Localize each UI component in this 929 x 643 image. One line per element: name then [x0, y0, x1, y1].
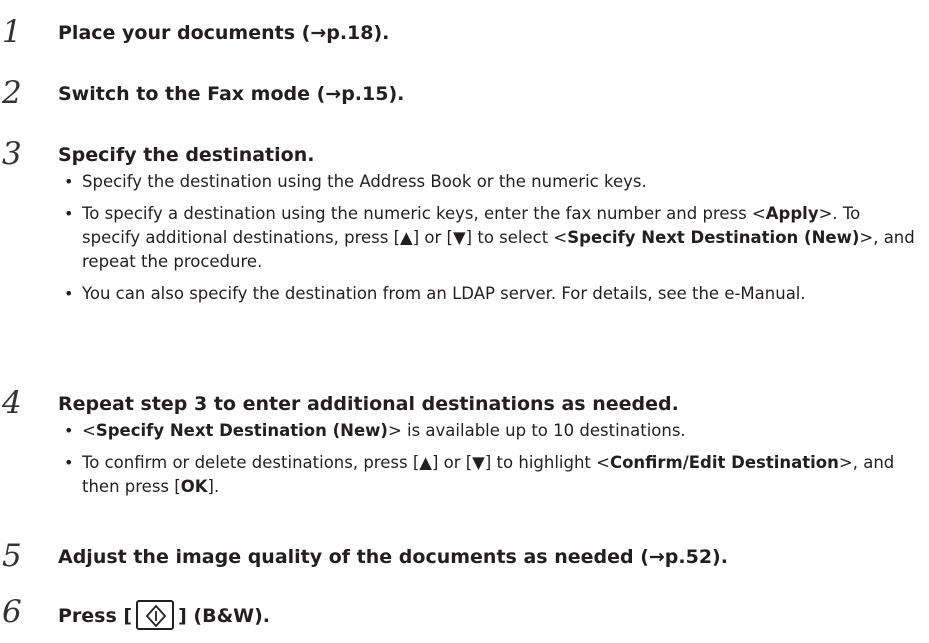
bullet-icon: •	[64, 421, 74, 440]
step-heading: Repeat step 3 to enter additional destin…	[58, 393, 679, 415]
ok-key-label: OK	[180, 477, 208, 496]
confirm-edit-destination-label: Confirm/Edit Destination	[609, 453, 839, 472]
list-item: • To specify a destination using the num…	[64, 204, 915, 271]
step-4-bullets: • <Specify Next Destination (New)> is av…	[62, 419, 922, 507]
bullet-icon: •	[64, 453, 74, 472]
step-3-bullets: • Specify the destination using the Addr…	[62, 170, 922, 314]
step-heading: Adjust the image quality of the document…	[58, 546, 728, 568]
bullet-icon: •	[64, 172, 74, 191]
list-item: • Specify the destination using the Addr…	[62, 170, 922, 194]
start-key-icon	[136, 600, 175, 630]
step-number: 5	[2, 538, 22, 574]
step-number: 3	[2, 136, 22, 172]
step-heading: Press [] (B&W).	[58, 600, 270, 630]
list-item: • <Specify Next Destination (New)> is av…	[62, 419, 922, 443]
bullet-icon: •	[64, 284, 74, 303]
step-heading: Place your documents (→p.18).	[58, 22, 390, 44]
specify-next-destination-label: Specify Next Destination (New)	[567, 228, 860, 247]
list-item: • You can also specify the destination f…	[62, 282, 922, 306]
step-number: 2	[2, 75, 22, 111]
step-number: 1	[2, 14, 22, 50]
bullet-icon: •	[64, 204, 74, 223]
step-heading: Switch to the Fax mode (→p.15).	[58, 83, 405, 105]
list-item: • To confirm or delete destinations, pre…	[64, 453, 895, 496]
step-number: 4	[2, 385, 22, 421]
specify-next-destination-label: Specify Next Destination (New)	[95, 421, 388, 440]
apply-key-label: Apply	[765, 204, 819, 223]
step-number: 6	[2, 594, 22, 630]
step-heading: Specify the destination.	[58, 144, 315, 166]
